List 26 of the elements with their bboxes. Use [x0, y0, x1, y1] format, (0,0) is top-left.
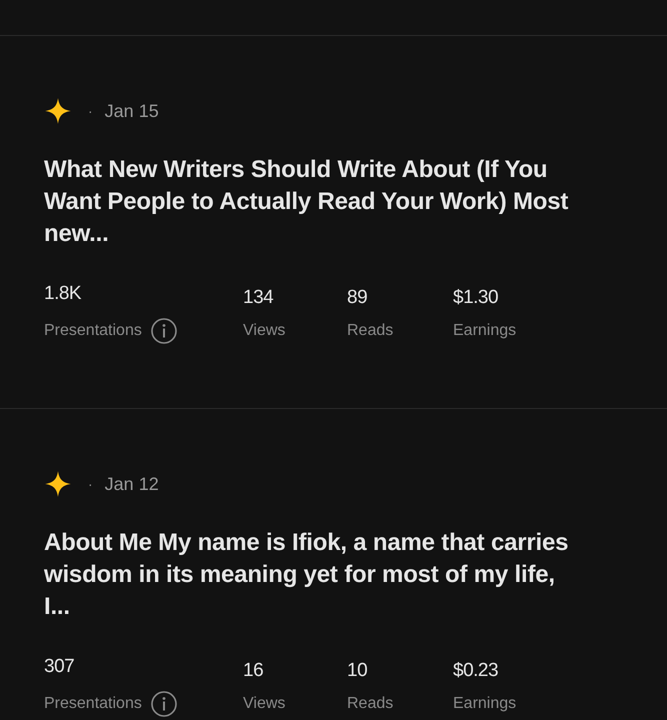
stat-label: Reads — [347, 694, 394, 714]
stat-value: 10 — [347, 659, 368, 683]
story-date: Jan 12 — [104, 474, 159, 494]
info-icon[interactable] — [150, 318, 177, 344]
stat-value: $0.23 — [453, 659, 498, 683]
separator-dot: · — [88, 476, 93, 492]
stat-value: 307 — [44, 655, 74, 679]
stat-label: Earnings — [453, 321, 516, 341]
sparkle-icon — [44, 470, 72, 498]
info-icon[interactable] — [150, 691, 177, 717]
stat-label: Reads — [347, 321, 394, 341]
stat-label: Earnings — [453, 694, 516, 714]
stat-value: 16 — [243, 659, 264, 683]
story-title[interactable]: What New Writers Should Write About (If You Want People to Actually Read Your Work) Most new... — [44, 154, 584, 250]
stat-value: 1.8K — [44, 282, 82, 306]
story-title[interactable]: About Me My name is Ifiok, a name that carries wisdom in its meaning yet for most of my life, I... — [44, 527, 584, 623]
sparkle-icon — [44, 97, 72, 125]
stat-label: Views — [243, 694, 286, 714]
separator-dot: · — [88, 103, 93, 119]
stat-value: $1.30 — [453, 286, 498, 310]
stat-value: 134 — [243, 286, 274, 310]
stat-label: Presentations — [44, 694, 142, 714]
stat-value: 89 — [347, 286, 368, 310]
stat-label: Views — [243, 321, 286, 341]
stat-label: Presentations — [44, 321, 142, 341]
story-date: Jan 15 — [104, 100, 159, 122]
